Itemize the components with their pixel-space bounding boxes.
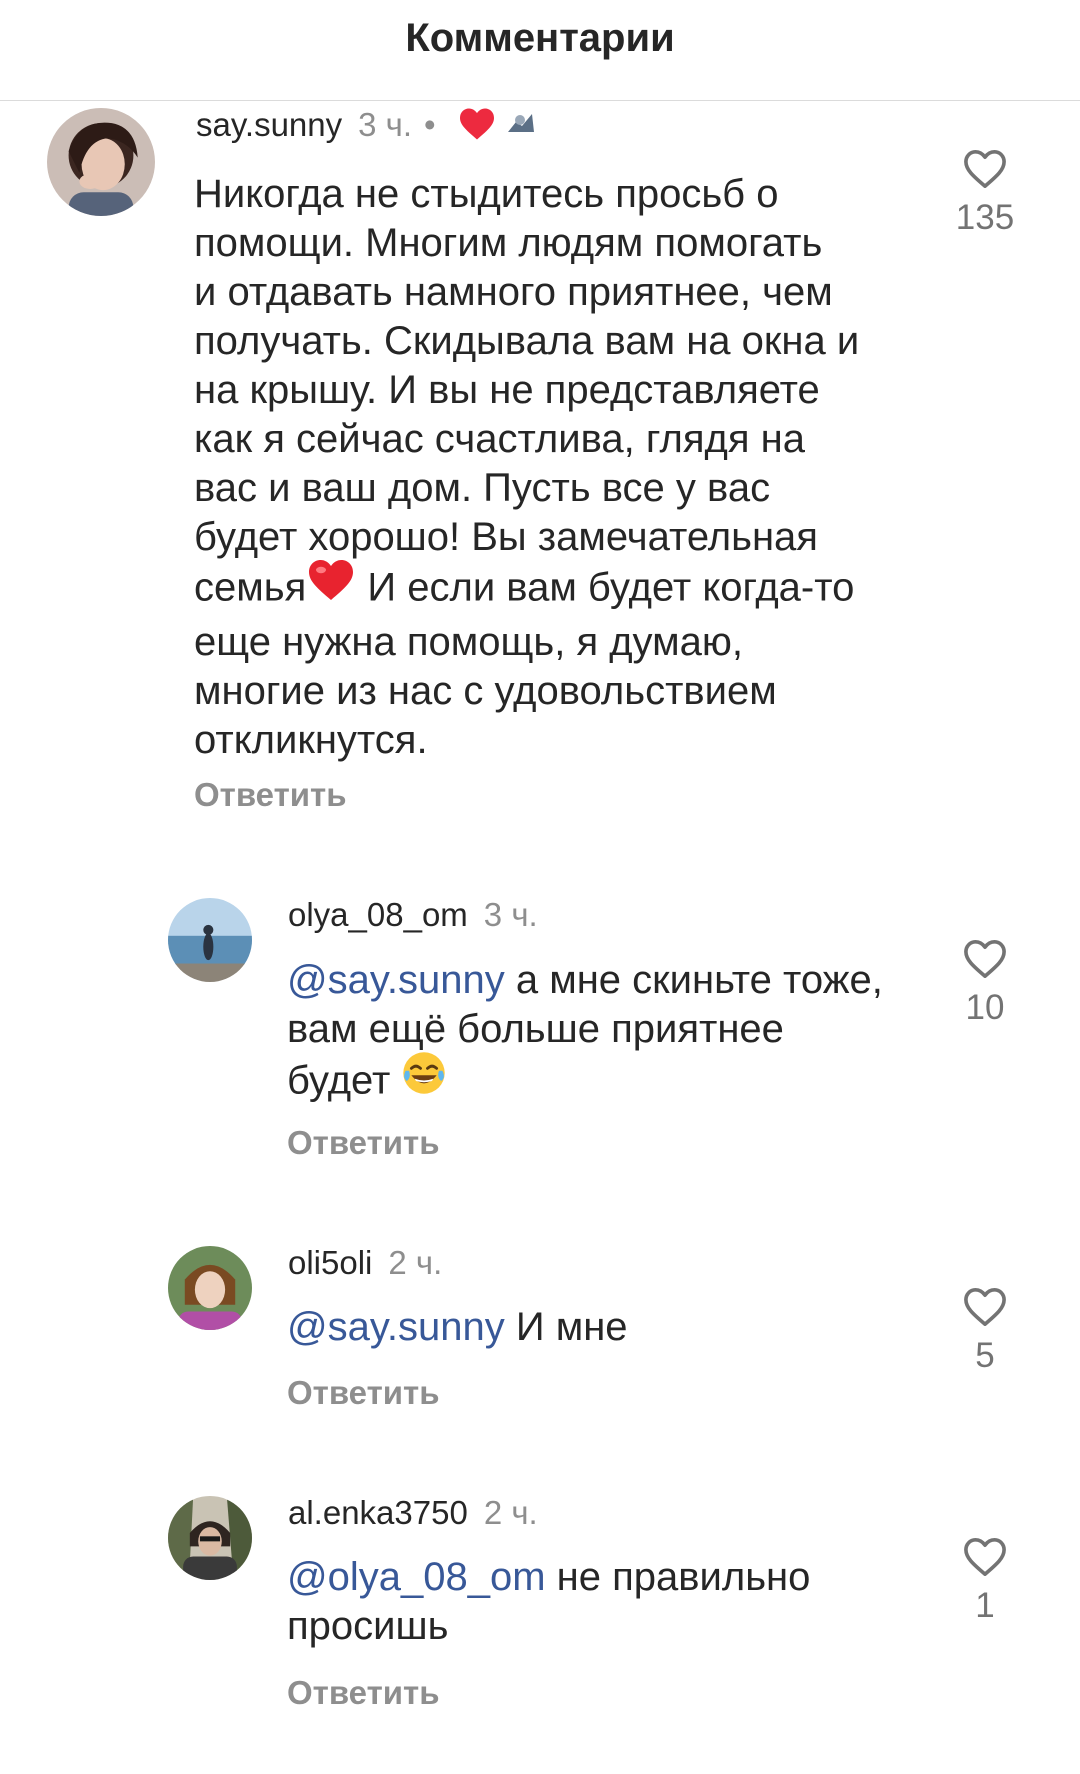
reply-button[interactable]: Ответить <box>194 776 347 814</box>
username[interactable]: oli5oli <box>288 1244 372 1281</box>
heart-filled-icon <box>458 107 496 141</box>
reply-button[interactable]: Ответить <box>287 1374 440 1412</box>
tears-of-joy-emoji <box>401 1050 447 1108</box>
mention-link[interactable]: @olya_08_om <box>287 1555 546 1599</box>
reply-button[interactable]: Ответить <box>287 1124 440 1162</box>
like-count: 1 <box>975 1586 995 1625</box>
avatar[interactable] <box>168 1246 252 1330</box>
heart-outline-icon[interactable] <box>962 938 1008 980</box>
comment-text: @say.sunny а мне скиньте тоже, вам ещё б… <box>287 956 937 1112</box>
like-column: 10 <box>935 938 1035 1028</box>
mention-link[interactable]: @say.sunny <box>287 1305 505 1349</box>
timestamp: 3 ч. <box>483 896 538 933</box>
comment-meta: al.enka3750 2 ч. <box>288 1494 538 1532</box>
heart-outline-icon[interactable] <box>962 1286 1008 1328</box>
reply-button[interactable]: Ответить <box>287 1674 440 1712</box>
comment-meta: say.sunny 3 ч. • <box>196 106 538 145</box>
comment-text: @say.sunny И мне <box>287 1303 937 1352</box>
separator-dot: • <box>424 106 436 143</box>
header: Комментарии <box>0 0 1080 101</box>
comment-text-part: Никогда не стыдитесь просьб о помощи. Мн… <box>194 172 860 610</box>
comment-text: Никогда не стыдитесь просьб о помощи. Мн… <box>194 170 934 765</box>
heart-outline-icon[interactable] <box>962 1536 1008 1578</box>
timestamp: 3 ч. <box>358 106 413 143</box>
comment-meta: olya_08_om 3 ч. <box>288 896 538 934</box>
like-column: 135 <box>935 148 1035 238</box>
heart-outline-icon[interactable] <box>962 148 1008 190</box>
timestamp: 2 ч. <box>388 1244 443 1281</box>
comment-text: @olya_08_om не правильно просишь <box>287 1553 937 1651</box>
avatar[interactable] <box>168 1496 252 1580</box>
comment-meta: oli5oli 2 ч. <box>288 1244 442 1282</box>
like-count: 5 <box>975 1336 995 1375</box>
avatar[interactable] <box>168 898 252 982</box>
red-heart-emoji <box>306 558 356 614</box>
like-count: 135 <box>955 198 1015 237</box>
like-column: 1 <box>935 1536 1035 1626</box>
username[interactable]: olya_08_om <box>288 896 468 933</box>
like-count: 10 <box>965 988 1005 1027</box>
page-title: Комментарии <box>405 16 675 60</box>
comment-text-part: И мне <box>504 1305 628 1349</box>
mention-link[interactable]: @say.sunny <box>287 958 505 1002</box>
username[interactable]: al.enka3750 <box>288 1494 468 1531</box>
author-avatar <box>501 106 538 143</box>
avatar[interactable] <box>47 108 155 216</box>
like-column: 5 <box>935 1286 1035 1376</box>
timestamp: 2 ч. <box>483 1494 538 1531</box>
username[interactable]: say.sunny <box>196 106 342 143</box>
